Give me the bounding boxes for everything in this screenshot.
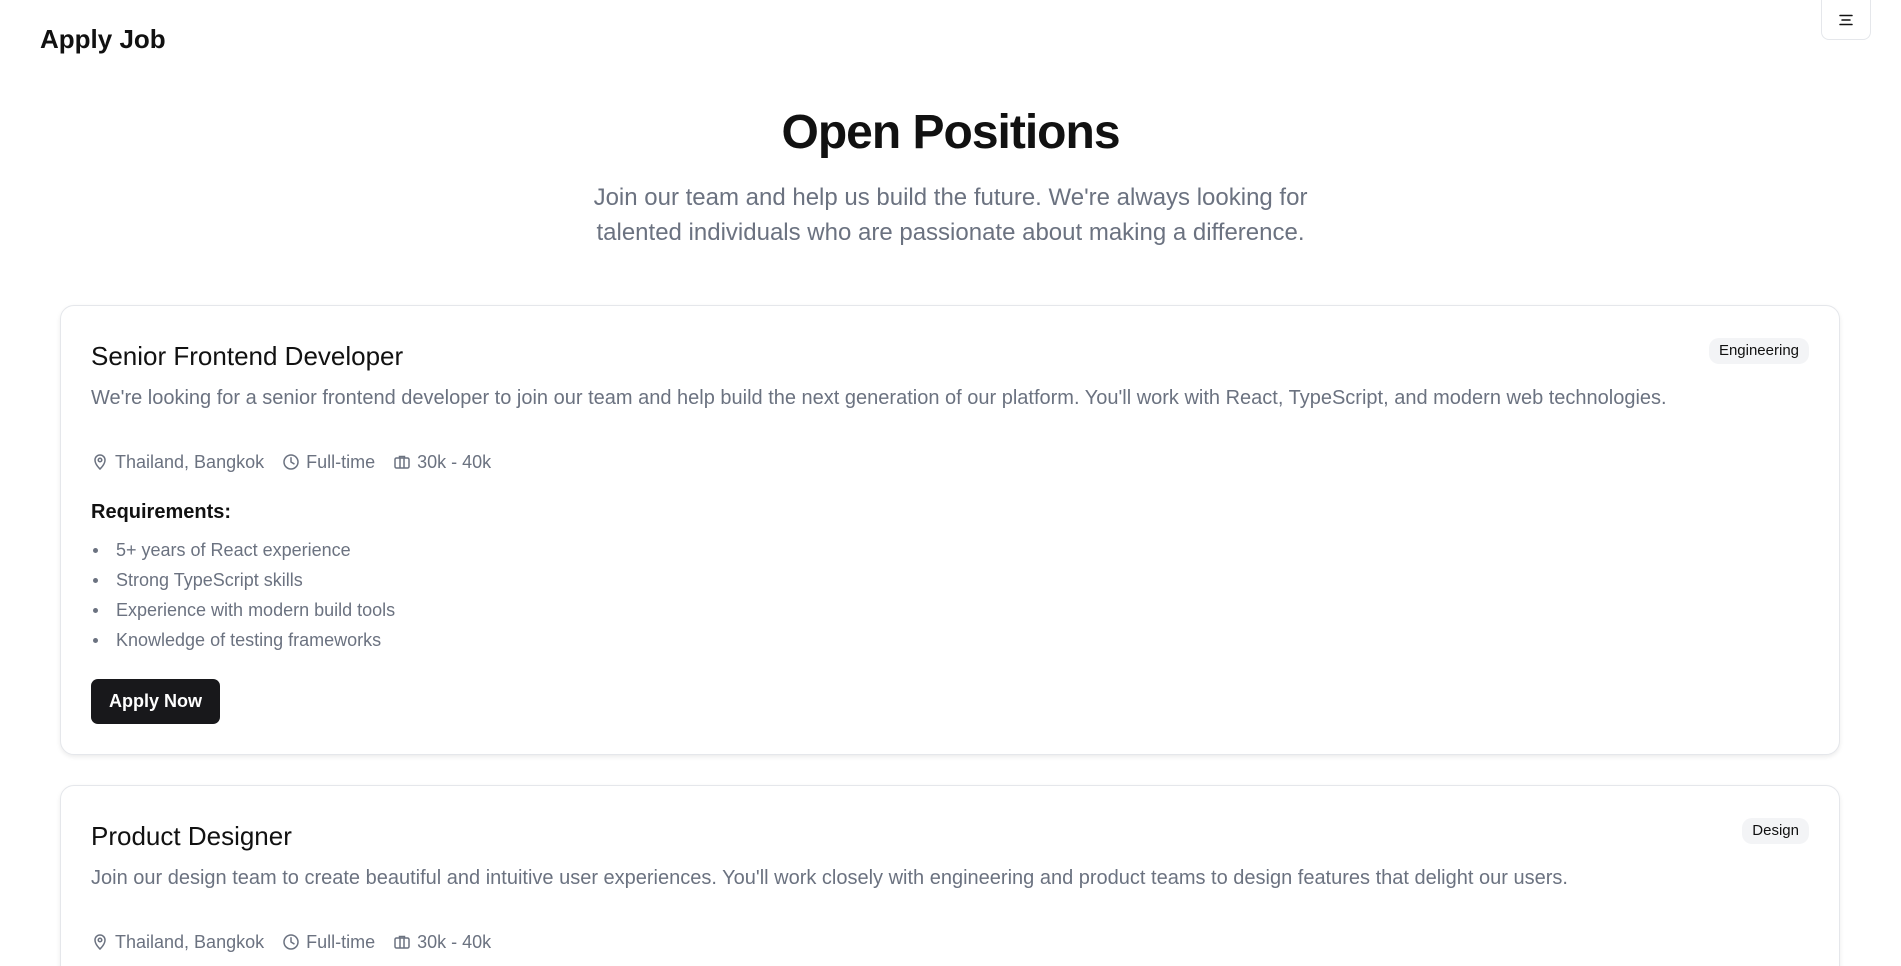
job-listings-page: Apply Job Open Positions Join our team a… — [0, 0, 1901, 966]
page-title: Open Positions — [781, 106, 1120, 159]
job-location-text: Thailand, Bangkok — [115, 931, 265, 952]
job-metadata: Thailand, Bangkok Full-time 30k - 40k — [91, 449, 491, 475]
job-employment-type-text: Full-time — [306, 931, 376, 952]
job-employment-type-text: Full-time — [306, 451, 376, 472]
site-brand[interactable]: Apply Job — [40, 24, 166, 55]
briefcase-icon — [394, 455, 410, 469]
job-salary: 30k - 40k — [393, 452, 491, 473]
requirement-item: Strong TypeScript skills — [91, 565, 395, 595]
requirement-item: 5+ years of React experience — [91, 535, 395, 565]
job-location-text: Thailand, Bangkok — [115, 451, 265, 472]
job-location: Thailand, Bangkok — [91, 452, 264, 473]
job-title: Senior Frontend Developer — [91, 341, 404, 371]
job-salary-text: 30k - 40k — [417, 931, 492, 952]
menu-button[interactable] — [1821, 0, 1871, 40]
apply-now-button[interactable]: Apply Now — [91, 679, 220, 724]
job-employment-type: Full-time — [282, 452, 375, 473]
requirement-item: Experience with modern build tools — [91, 595, 395, 625]
clock-icon — [283, 934, 299, 950]
requirements-title: Requirements: — [91, 501, 232, 523]
job-metadata: Thailand, Bangkok Full-time 30k - 40k — [91, 929, 491, 955]
job-description: Join our design team to create beautiful… — [91, 867, 1568, 889]
job-card-product-designer: Product Designer Design Join our design … — [60, 785, 1840, 966]
clock-icon — [283, 454, 299, 470]
job-title: Product Designer — [91, 821, 292, 851]
job-card-senior-frontend-developer: Senior Frontend Developer Engineering We… — [60, 305, 1840, 755]
briefcase-icon — [394, 935, 410, 949]
open-positions-hero: Open Positions Join our team and help us… — [0, 104, 1901, 250]
job-location: Thailand, Bangkok — [91, 932, 264, 953]
requirements-list: 5+ years of React experience Strong Type… — [91, 535, 395, 655]
job-salary-text: 30k - 40k — [417, 451, 492, 472]
location-pin-icon — [94, 454, 106, 470]
page-subtitle: Join our team and help us build the futu… — [593, 184, 1308, 246]
job-description: We're looking for a senior frontend deve… — [91, 387, 1667, 409]
department-badge: Design — [1742, 818, 1809, 844]
requirement-item: Knowledge of testing frameworks — [91, 625, 395, 655]
job-employment-type: Full-time — [282, 932, 375, 953]
location-pin-icon — [94, 934, 106, 950]
hamburger-icon — [1839, 14, 1853, 25]
department-badge: Engineering — [1708, 338, 1809, 364]
job-salary: 30k - 40k — [393, 932, 491, 953]
